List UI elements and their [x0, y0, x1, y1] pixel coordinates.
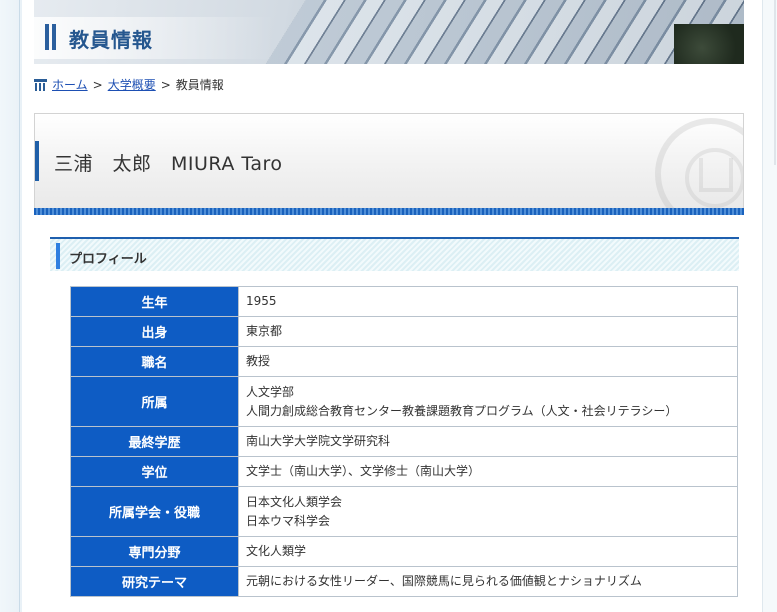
table-row: 生年 1955	[70, 286, 738, 317]
row-label: 専門分野	[70, 536, 239, 567]
row-value: 東京都	[238, 316, 738, 347]
name-accent-bar	[35, 141, 39, 181]
breadcrumb: ホーム > 大学概要 > 教員情報	[34, 76, 224, 93]
profile-table: 生年 1955 出身 東京都 職名 教授 所属 人文学部 人間力創成総合教育センタ…	[70, 286, 738, 597]
row-label: 出身	[70, 316, 239, 347]
profile-section-header: プロフィール	[50, 237, 739, 271]
row-value: 人文学部 人間力創成総合教育センター教養課題教育プログラム（人文・社会リテラシー）	[238, 376, 738, 427]
section-title: プロフィール	[69, 252, 147, 267]
university-seal-watermark	[655, 118, 743, 208]
table-row: 職名 教授	[70, 346, 738, 377]
row-label: 最終学歴	[70, 426, 239, 457]
page-title: 教員情報	[69, 28, 153, 52]
row-label: 所属	[70, 376, 239, 427]
row-label: 職名	[70, 346, 239, 377]
section-accent-bar	[56, 243, 60, 269]
row-value: 1955	[238, 286, 738, 317]
breadcrumb-parent-link[interactable]: 大学概要	[108, 76, 156, 93]
row-value: 日本文化人類学会 日本ウマ科学会	[238, 486, 738, 537]
row-label: 学位	[70, 456, 239, 487]
row-label: 生年	[70, 286, 239, 317]
faculty-name-panel: 三浦 太郎 MIURA Taro	[34, 113, 744, 209]
banner-bars-icon	[45, 24, 56, 50]
building-icon	[34, 78, 47, 91]
row-value: 教授	[238, 346, 738, 377]
edge-mark	[774, 0, 776, 165]
name-panel-underline	[34, 208, 744, 215]
row-label: 研究テーマ	[70, 566, 239, 597]
table-row: 所属学会・役職 日本文化人類学会 日本ウマ科学会	[70, 486, 738, 537]
table-row: 最終学歴 南山大学大学院文学研究科	[70, 426, 738, 457]
row-value: 元朝における女性リーダー、国際競馬に見られる価値観とナショナリズム	[238, 566, 738, 597]
faculty-name: 三浦 太郎 MIURA Taro	[54, 153, 283, 175]
left-decor-strip	[0, 0, 22, 612]
breadcrumb-separator: >	[160, 77, 171, 92]
table-row: 研究テーマ 元朝における女性リーダー、国際競馬に見られる価値観とナショナリズム	[70, 566, 738, 597]
table-row: 学位 文学士（南山大学）、文学修士（南山大学）	[70, 456, 738, 487]
table-row: 所属 人文学部 人間力創成総合教育センター教養課題教育プログラム（人文・社会リテラ…	[70, 376, 738, 427]
breadcrumb-home-link[interactable]: ホーム	[52, 76, 88, 93]
page-banner: 教員情報	[34, 0, 744, 64]
row-value: 文学士（南山大学）、文学修士（南山大学）	[238, 456, 738, 487]
row-label: 所属学会・役職	[70, 486, 239, 537]
table-row: 出身 東京都	[70, 316, 738, 347]
row-value: 文化人類学	[238, 536, 738, 567]
right-edge-strip	[762, 0, 777, 612]
row-value: 南山大学大学院文学研究科	[238, 426, 738, 457]
breadcrumb-current: 教員情報	[175, 78, 224, 92]
breadcrumb-separator: >	[92, 77, 103, 92]
banner-tree-image	[674, 24, 744, 64]
banner-building-image	[249, 0, 744, 64]
table-row: 専門分野 文化人類学	[70, 536, 738, 567]
